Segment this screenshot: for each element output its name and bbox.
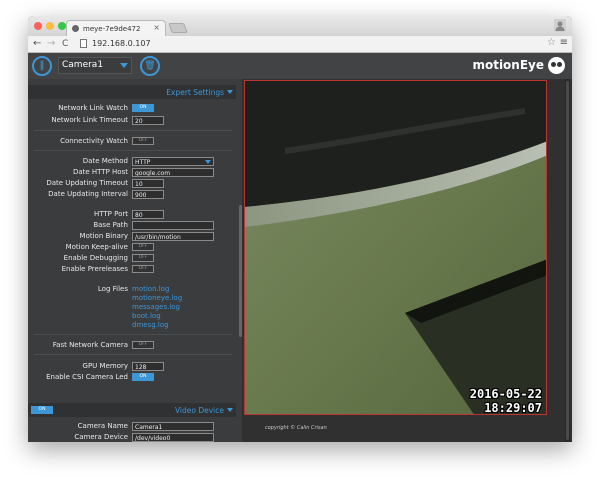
divider [34, 130, 232, 131]
camera-device-label: Camera Device [74, 433, 128, 441]
date-method-select[interactable]: HTTP [132, 157, 214, 166]
date-http-host-input[interactable]: google.com [132, 168, 214, 177]
base-path-input[interactable] [132, 221, 214, 230]
network-link-timeout-label: Network Link Timeout [51, 116, 128, 124]
page-icon [80, 39, 87, 48]
address-bar: ← → C 192.168.0.107 ☆ ≡ [28, 36, 572, 53]
chevron-down-icon [120, 63, 128, 68]
owl-logo-icon [548, 57, 565, 74]
reload-button[interactable]: C [62, 37, 68, 51]
http-port-label: HTTP Port [93, 210, 128, 218]
motion-keep-alive-label: Motion Keep-alive [65, 243, 128, 251]
camera-name-input[interactable]: Camera1 [132, 422, 214, 431]
chevron-down-icon [205, 160, 211, 164]
connectivity-watch-label: Connectivity Watch [60, 137, 128, 145]
brand-title: motionEye [472, 58, 544, 72]
fast-network-camera-toggle[interactable]: OFF [132, 341, 154, 349]
fast-network-camera-label: Fast Network Camera [52, 341, 128, 349]
log-file-link-messages[interactable]: messages.log [132, 303, 180, 311]
log-file-link-motion[interactable]: motion.log [132, 285, 169, 293]
date-updating-interval-label: Date Updating Interval [48, 190, 128, 198]
settings-menu-button[interactable]: ‖ [32, 56, 52, 76]
network-link-watch-toggle[interactable]: ON [132, 104, 154, 112]
timestamp-time: 18:29:07 [484, 401, 542, 415]
date-method-label: Date Method [82, 157, 128, 165]
forward-button[interactable]: → [47, 37, 55, 51]
tab-close-button[interactable]: × [153, 23, 160, 32]
bookmark-star-icon[interactable]: ☆ [547, 37, 556, 48]
remove-camera-button[interactable]: 🗑 [140, 56, 160, 76]
minimize-window-button[interactable] [46, 22, 54, 30]
enable-csi-camera-led-label: Enable CSI Camera Led [46, 373, 128, 381]
date-http-host-label: Date HTTP Host [72, 168, 128, 176]
enable-csi-camera-led-toggle[interactable]: ON [132, 373, 154, 381]
favicon-icon [72, 25, 79, 32]
camera-frame[interactable]: 2016-05-22 18:29:07 [244, 80, 547, 415]
log-files-label: Log Files [97, 285, 128, 293]
gpu-memory-label: GPU Memory [82, 362, 128, 370]
divider [34, 334, 232, 335]
enable-prereleases-toggle[interactable]: OFF [132, 265, 154, 273]
date-updating-timeout-label: Date Updating Timeout [46, 179, 128, 187]
log-file-link-motioneye[interactable]: motioneye.log [132, 294, 182, 302]
date-method-value: HTTP [135, 159, 151, 166]
menu-icon: ‖ [39, 60, 45, 71]
browser-window: meye-7e9de472 × ← → C 192.168.0.107 ☆ ≡ … [28, 16, 572, 442]
chevron-down-icon [227, 90, 233, 94]
connectivity-watch-toggle[interactable]: OFF [132, 137, 154, 145]
motion-binary-input[interactable]: /usr/bin/motion [132, 232, 214, 241]
divider [34, 150, 232, 151]
http-port-input[interactable]: 80 [132, 210, 164, 219]
enable-debugging-label: Enable Debugging [63, 254, 128, 262]
new-tab-button[interactable] [168, 23, 188, 33]
url-field[interactable]: 192.168.0.107 [92, 39, 151, 48]
camera-name-label: Camera Name [77, 422, 128, 430]
timestamp-date: 2016-05-22 [469, 387, 542, 401]
gpu-memory-input[interactable]: 128 [132, 362, 164, 371]
camera-select[interactable]: Camera1 [58, 57, 132, 74]
copyright-text: copyright © Calin Crisan [265, 425, 327, 431]
trash-icon: 🗑 [144, 61, 156, 71]
browser-tab[interactable]: meye-7e9de472 × [66, 20, 166, 36]
tab-bar: meye-7e9de472 × [28, 16, 572, 36]
video-device-header[interactable]: ON Video Device [28, 403, 236, 417]
date-updating-timeout-input[interactable]: 10 [132, 179, 164, 188]
log-file-link-boot[interactable]: boot.log [132, 312, 161, 320]
expert-settings-title: Expert Settings [166, 88, 224, 97]
motion-keep-alive-toggle[interactable]: OFF [132, 243, 154, 251]
date-updating-interval-input[interactable]: 900 [132, 190, 164, 199]
camera-select-value: Camera1 [62, 60, 104, 70]
base-path-label: Base Path [93, 221, 128, 229]
network-link-watch-label: Network Link Watch [58, 104, 128, 112]
network-link-timeout-input[interactable]: 20 [132, 116, 164, 125]
tab-title: meye-7e9de472 [83, 25, 141, 33]
page-scroll-thumb[interactable] [566, 81, 569, 440]
video-device-title: Video Device [174, 406, 224, 415]
page-scrollbar[interactable] [565, 79, 570, 442]
settings-panel: Expert Settings Network Link Watch ON Ne… [28, 79, 236, 442]
close-window-button[interactable] [34, 22, 42, 30]
chevron-down-icon [227, 408, 233, 412]
motion-binary-label: Motion Binary [79, 232, 128, 240]
browser-menu-button[interactable]: ≡ [560, 37, 568, 48]
camera-image [245, 81, 546, 414]
camera-area: 2016-05-22 18:29:07 copyright © Calin Cr… [242, 79, 572, 442]
divider [34, 354, 232, 355]
video-device-toggle[interactable]: ON [31, 406, 53, 414]
enable-prereleases-label: Enable Prereleases [61, 265, 128, 273]
enable-debugging-toggle[interactable]: OFF [132, 254, 154, 262]
camera-device-input[interactable]: /dev/video0 [132, 433, 214, 442]
app-header: ‖ Camera1 🗑 motionEye [28, 53, 572, 79]
profile-icon[interactable] [554, 19, 566, 32]
back-button[interactable]: ← [33, 37, 41, 51]
maximize-window-button[interactable] [58, 22, 66, 30]
log-file-link-dmesg[interactable]: dmesg.log [132, 321, 169, 329]
expert-settings-header[interactable]: Expert Settings [28, 85, 236, 99]
